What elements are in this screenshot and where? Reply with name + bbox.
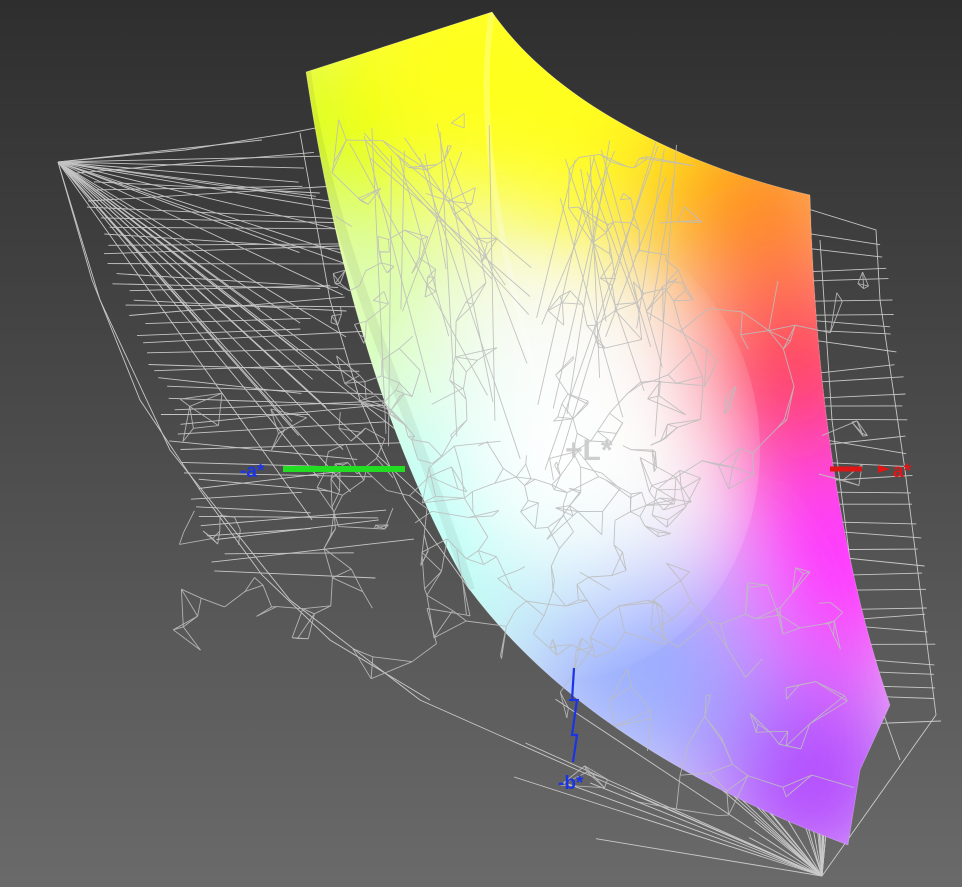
neg-b-axis-label: -b* bbox=[558, 773, 584, 794]
gamut-3d-view[interactable]: -a* a* -b* +L* bbox=[0, 0, 962, 887]
neg-a-axis-label: -a* bbox=[240, 461, 265, 482]
pos-a-axis-label: a* bbox=[893, 461, 912, 482]
pos-l-axis-label: +L* bbox=[565, 434, 613, 467]
